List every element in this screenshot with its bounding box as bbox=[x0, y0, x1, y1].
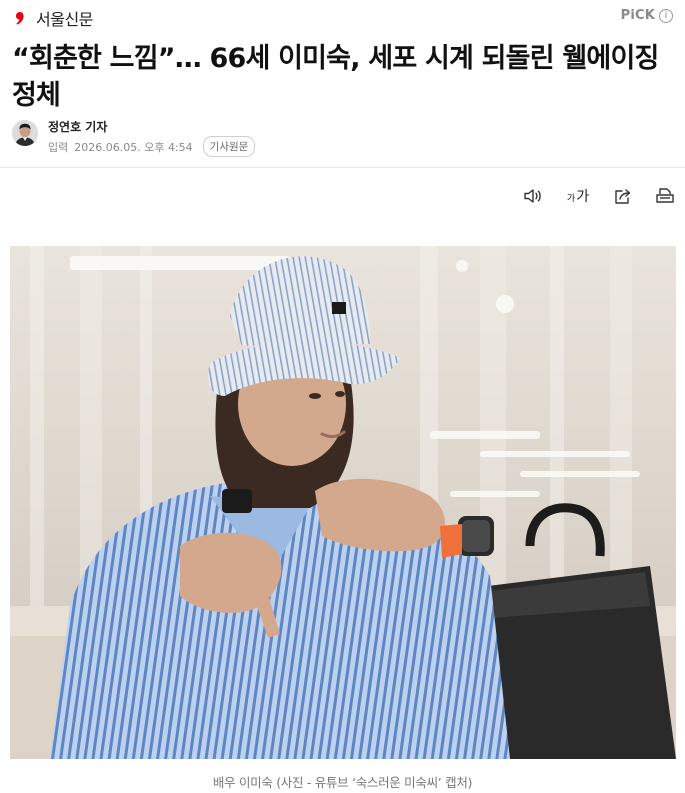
article-toolbar: 가가 bbox=[523, 186, 675, 206]
font-large-glyph: 가 bbox=[576, 189, 590, 205]
reporter-name[interactable]: 정연호 기자 bbox=[48, 118, 107, 135]
original-article-button[interactable]: 기사원문 bbox=[202, 136, 256, 157]
article-photo[interactable] bbox=[10, 246, 676, 759]
top-bar: 서울신문 PiCK i bbox=[0, 0, 685, 34]
info-circle-icon[interactable]: i bbox=[659, 8, 673, 23]
font-size-icon[interactable]: 가가 bbox=[565, 186, 591, 206]
publish-info: 입력 2026.06.05. 오후 4:54 기사원문 bbox=[48, 136, 256, 157]
pick-badge[interactable]: PiCK i bbox=[621, 8, 673, 23]
press-brand[interactable]: 서울신문 bbox=[12, 6, 93, 30]
share-icon[interactable] bbox=[613, 186, 633, 206]
reporter-avatar[interactable] bbox=[12, 120, 38, 146]
pick-label: PiCK bbox=[620, 8, 655, 23]
press-name: 서울신문 bbox=[36, 10, 93, 29]
print-icon[interactable] bbox=[655, 186, 675, 206]
article-headline: “회춘한 느낌”… 66세 이미숙, 세포 시계 되돌린 웰에이징 정체 bbox=[12, 43, 659, 111]
speaker-icon[interactable] bbox=[523, 186, 543, 206]
press-logo-icon bbox=[12, 10, 28, 26]
divider bbox=[0, 167, 685, 168]
font-small-glyph: 가 bbox=[566, 194, 576, 204]
byline: 정연호 기자 입력 2026.06.05. 오후 4:54 기사원문 bbox=[12, 118, 672, 157]
date-prefix: 입력 bbox=[48, 140, 69, 154]
publish-date: 2026.06.05. 오후 4:54 bbox=[74, 140, 193, 154]
photo-caption: 배우 이미숙 (사진 - 유튜브 ‘숙스러운 미숙씨’ 캡처) bbox=[212, 775, 473, 790]
